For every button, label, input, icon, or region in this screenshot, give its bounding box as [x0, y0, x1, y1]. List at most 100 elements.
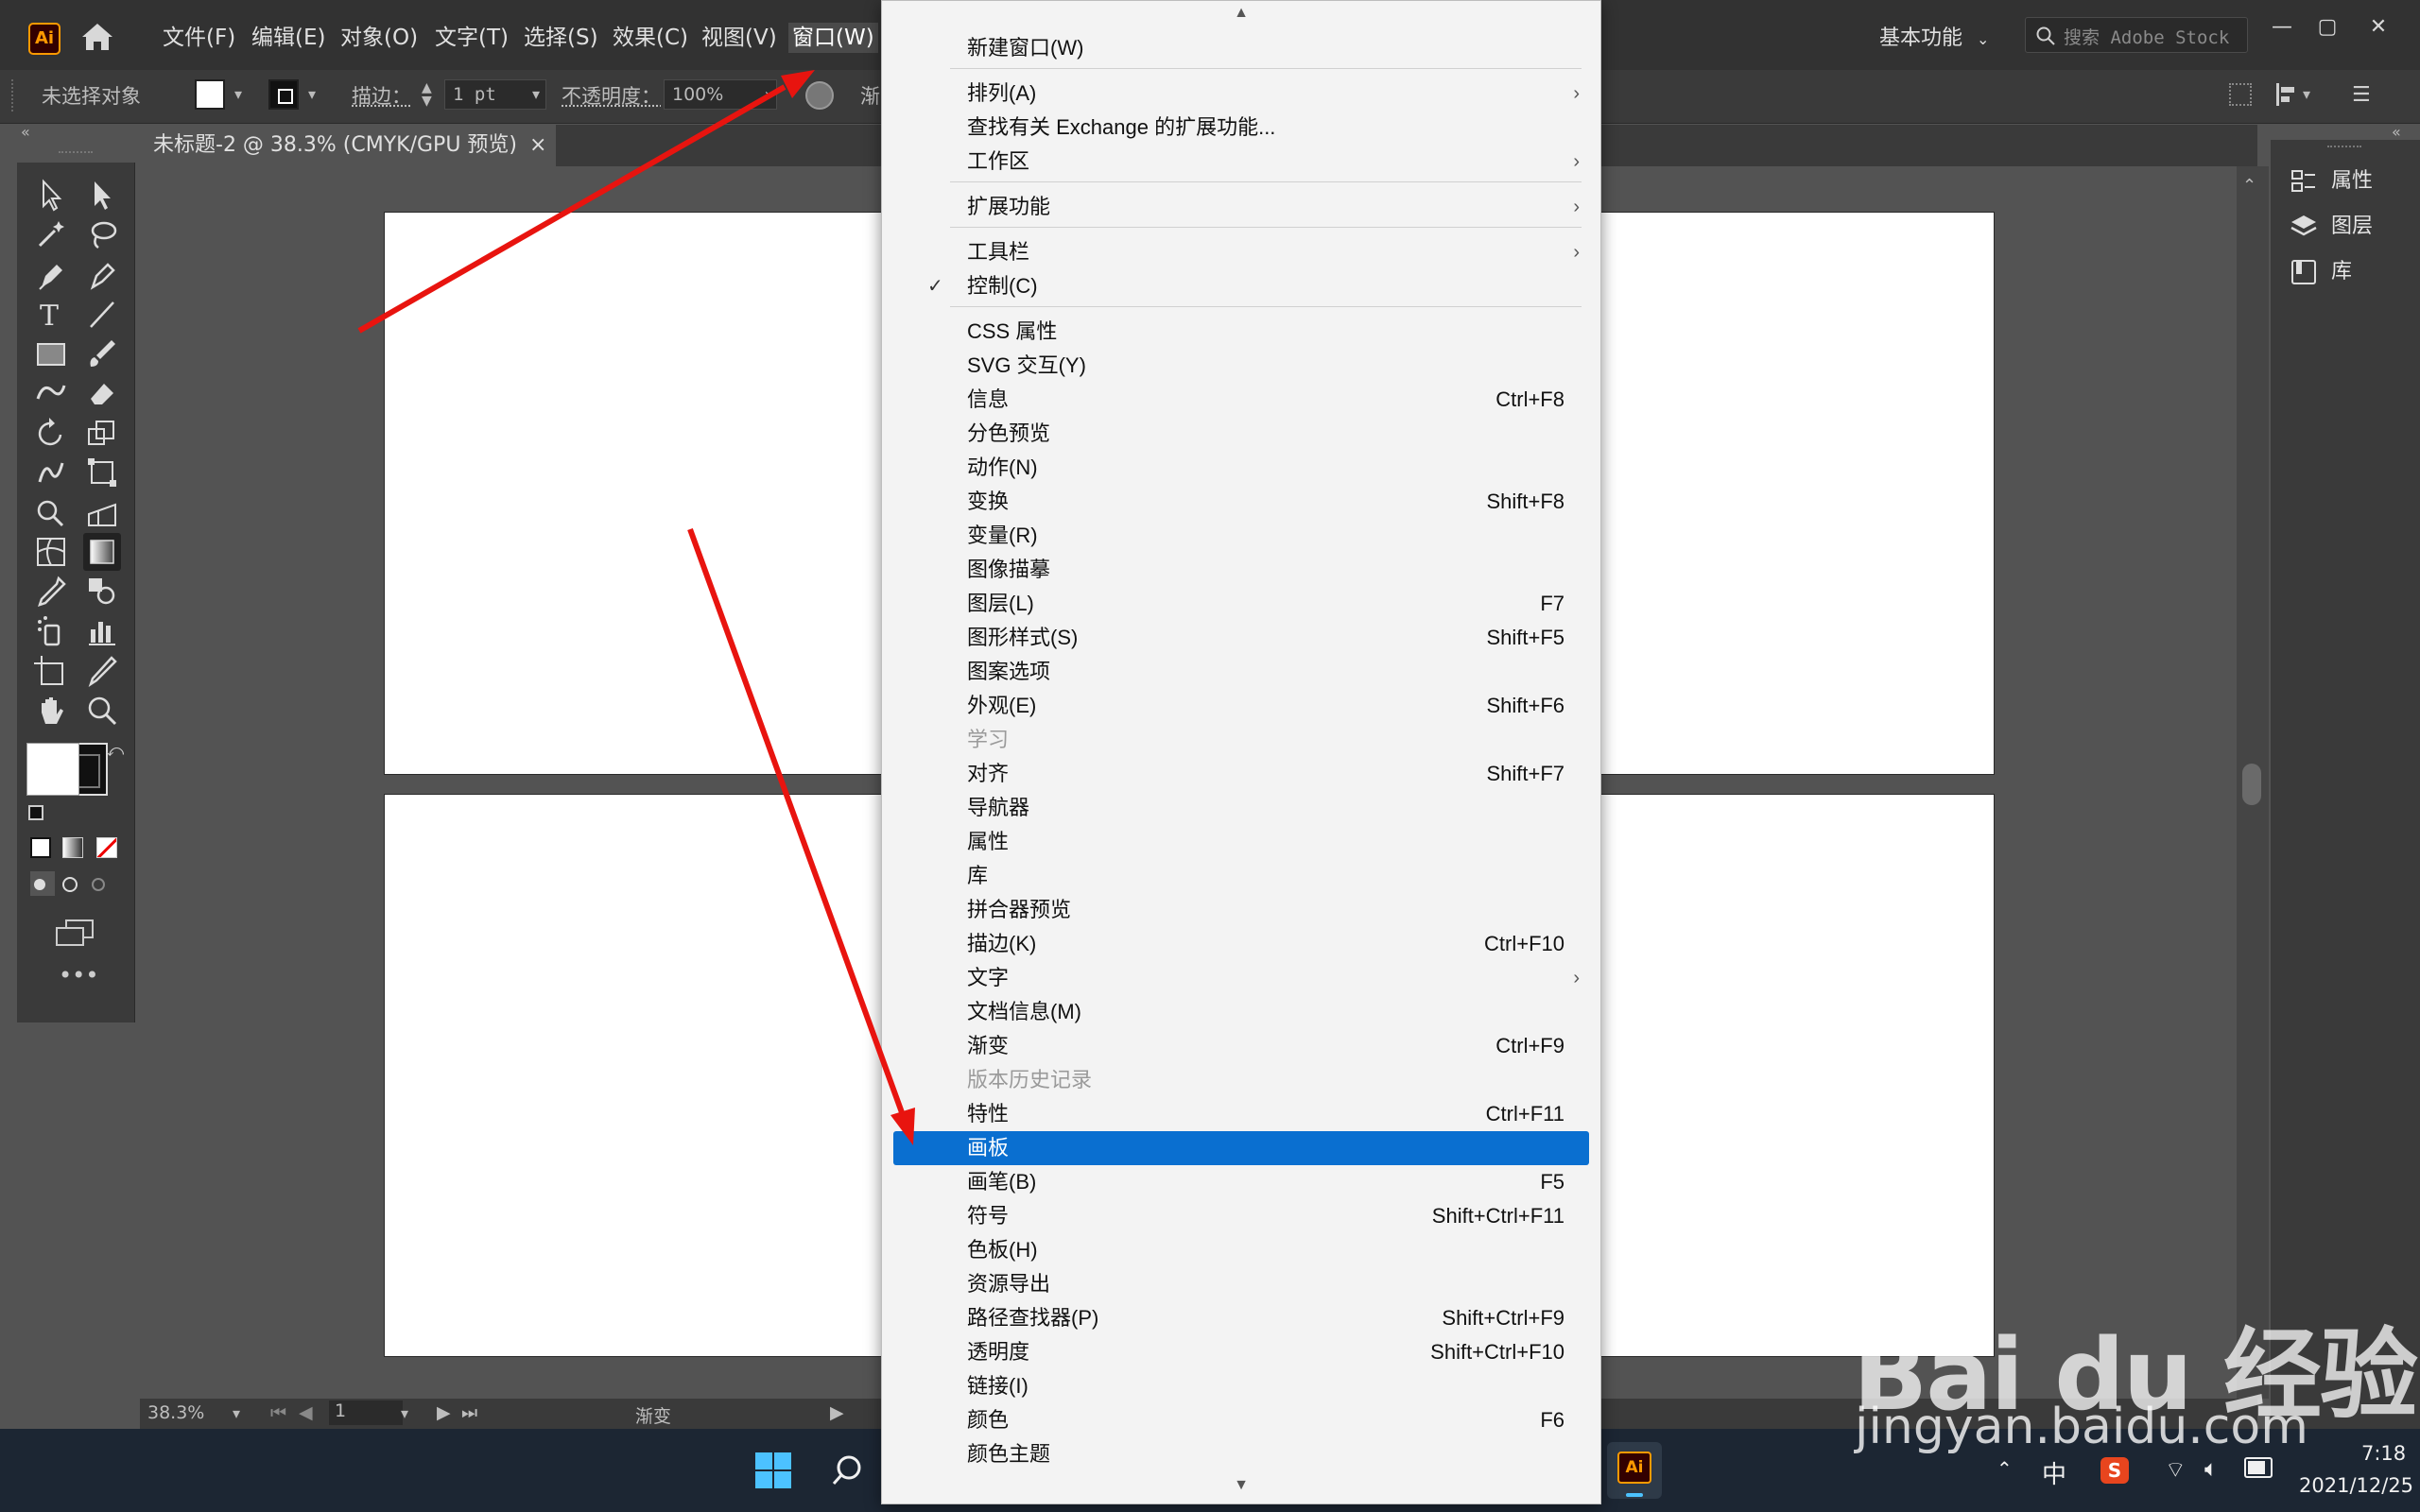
- window-menu-item[interactable]: 色板(H): [893, 1233, 1589, 1267]
- artboard-index-field[interactable]: 1: [329, 1400, 403, 1425]
- close-icon[interactable]: ✕: [2360, 13, 2397, 42]
- battery-icon[interactable]: [2244, 1457, 2273, 1478]
- prev-artboard-icon[interactable]: ◀: [299, 1402, 313, 1423]
- windows-start-icon[interactable]: [754, 1452, 792, 1489]
- artboard-tool-icon[interactable]: [32, 652, 70, 690]
- window-menu-item[interactable]: 图案选项: [893, 655, 1589, 689]
- mesh-tool-icon[interactable]: [32, 533, 70, 571]
- menu-type[interactable]: 文字(T): [431, 23, 512, 53]
- window-menu-item[interactable]: 工作区 ›: [893, 145, 1589, 179]
- show-hidden-icons[interactable]: ⌃: [1996, 1457, 2013, 1480]
- recolor-icon[interactable]: [805, 81, 834, 110]
- align-left-icon[interactable]: [2274, 81, 2299, 108]
- selection-tool-icon[interactable]: [32, 176, 70, 214]
- window-menu-item[interactable]: ✓ 控制(C): [893, 269, 1589, 303]
- graph-tool-icon[interactable]: [83, 612, 121, 650]
- illustrator-taskbar-button[interactable]: Ai: [1607, 1442, 1662, 1499]
- close-icon[interactable]: ×: [529, 125, 546, 166]
- window-menu-item[interactable]: 图形样式(S) Shift+F5: [893, 621, 1589, 655]
- blend-tool-icon[interactable]: [83, 573, 121, 610]
- type-tool-icon[interactable]: T: [32, 295, 70, 333]
- scrollbar-thumb[interactable]: [2242, 764, 2261, 805]
- window-menu-item[interactable]: 文字 ›: [893, 961, 1589, 995]
- window-menu-item[interactable]: SVG 交互(Y): [893, 349, 1589, 383]
- window-menu-item[interactable]: 图像描摹: [893, 553, 1589, 587]
- shape-builder-icon[interactable]: [32, 493, 70, 531]
- window-menu-item[interactable]: 资源导出: [893, 1267, 1589, 1301]
- opacity-field[interactable]: 100% ›: [664, 79, 777, 110]
- home-icon[interactable]: [79, 21, 115, 53]
- grip-handle[interactable]: [2327, 146, 2361, 147]
- grip-handle[interactable]: [59, 151, 93, 159]
- window-menu-item[interactable]: 渐变 Ctrl+F9: [893, 1029, 1589, 1063]
- chevron-down-icon[interactable]: ▾: [532, 80, 540, 109]
- pen-tool-icon[interactable]: [32, 255, 70, 293]
- window-menu-item[interactable]: 排列(A) ›: [893, 77, 1589, 111]
- window-menu-item[interactable]: 查找有关 Exchange 的扩展功能...: [893, 111, 1589, 145]
- window-menu-item[interactable]: 属性: [893, 825, 1589, 859]
- zoom-tool-icon[interactable]: [83, 692, 121, 730]
- panel-menu-icon[interactable]: ☰: [2352, 83, 2371, 107]
- window-menu-item[interactable]: 描边(K) Ctrl+F10: [893, 927, 1589, 961]
- stock-search-input[interactable]: 搜索 Adobe Stock: [2025, 17, 2248, 53]
- window-menu-item[interactable]: 路径查找器(P) Shift+Ctrl+F9: [893, 1301, 1589, 1335]
- window-menu-item[interactable]: 动作(N): [893, 451, 1589, 485]
- window-menu-item[interactable]: 库: [893, 859, 1589, 893]
- window-menu-item[interactable]: 符号 Shift+Ctrl+F11: [893, 1199, 1589, 1233]
- none-mode-icon[interactable]: [96, 837, 117, 858]
- vertical-scrollbar[interactable]: ⌃: [2237, 166, 2269, 1399]
- maximize-icon[interactable]: ▢: [2308, 13, 2346, 42]
- collapse-panel-icon[interactable]: «: [21, 123, 30, 141]
- lasso-icon[interactable]: [83, 215, 121, 253]
- window-menu-item[interactable]: 透明度 Shift+Ctrl+F10: [893, 1335, 1589, 1369]
- minimize-icon[interactable]: —: [2263, 13, 2301, 42]
- menu-view[interactable]: 视图(V): [698, 23, 781, 53]
- window-menu-item[interactable]: 分色预览: [893, 417, 1589, 451]
- fill-color-box[interactable]: [26, 743, 79, 796]
- properties-panel-tab[interactable]: 属性: [2290, 163, 2412, 200]
- window-menu-item[interactable]: 颜色主题: [893, 1437, 1589, 1471]
- window-menu-item[interactable]: 变量(R): [893, 519, 1589, 553]
- scroll-up-icon[interactable]: ⌃: [2242, 176, 2256, 196]
- window-menu-item[interactable]: 信息 Ctrl+F8: [893, 383, 1589, 417]
- search-icon[interactable]: [828, 1452, 866, 1489]
- window-menu-item[interactable]: 特性 Ctrl+F11: [893, 1097, 1589, 1131]
- stroke-stepper[interactable]: ▲ ▼: [422, 81, 432, 108]
- line-tool-icon[interactable]: [83, 295, 121, 333]
- window-menu-item[interactable]: 图层(L) F7: [893, 587, 1589, 621]
- zoom-level[interactable]: 38.3%: [147, 1402, 204, 1423]
- free-transform-icon[interactable]: [83, 454, 121, 491]
- chevron-down-icon[interactable]: ▾: [401, 1404, 408, 1422]
- first-artboard-icon[interactable]: ⏮: [270, 1402, 286, 1423]
- window-menu-item[interactable]: 工具栏 ›: [893, 235, 1589, 269]
- grip-handle[interactable]: [11, 79, 17, 112]
- chevron-down-icon[interactable]: ▾: [234, 85, 242, 103]
- chevron-right-icon[interactable]: ›: [765, 80, 770, 109]
- default-colors-icon[interactable]: [28, 805, 43, 820]
- next-artboard-icon[interactable]: ▶: [437, 1402, 451, 1423]
- status-menu-icon[interactable]: ▶: [830, 1402, 844, 1423]
- layers-panel-tab[interactable]: 图层: [2290, 208, 2412, 246]
- more-tools-icon[interactable]: •••: [59, 962, 98, 988]
- menu-file[interactable]: 文件(F): [159, 23, 239, 53]
- chevron-down-icon[interactable]: ▾: [308, 85, 316, 103]
- color-mode-icon[interactable]: [30, 837, 51, 858]
- window-menu-item[interactable]: 画板: [893, 1131, 1589, 1165]
- curvature-tool-icon[interactable]: [83, 255, 121, 293]
- magic-wand-icon[interactable]: [32, 215, 70, 253]
- chevron-down-icon[interactable]: ▾: [233, 1404, 240, 1422]
- input-method-icon[interactable]: S: [2100, 1457, 2129, 1484]
- window-menu-item[interactable]: 导航器: [893, 791, 1589, 825]
- wifi-icon[interactable]: ⌔: [2165, 1455, 2187, 1484]
- window-menu-item[interactable]: 扩展功能 ›: [893, 190, 1589, 224]
- menu-effect[interactable]: 效果(C): [609, 23, 692, 53]
- menu-edit[interactable]: 编辑(E): [248, 23, 329, 53]
- shaper-tool-icon[interactable]: [32, 374, 70, 412]
- window-menu-item[interactable]: 颜色 F6: [893, 1403, 1589, 1437]
- stroke-weight-field[interactable]: 1 pt ▾: [444, 79, 546, 110]
- collapse-panel-icon[interactable]: «: [2392, 123, 2401, 141]
- last-artboard-icon[interactable]: ⏭: [461, 1402, 477, 1423]
- opacity-label[interactable]: 不透明度：: [562, 81, 661, 110]
- document-tab[interactable]: 未标题-2 @ 38.3% (CMYK/GPU 预览) ×: [140, 125, 556, 166]
- screen-mode-icon[interactable]: [55, 919, 96, 947]
